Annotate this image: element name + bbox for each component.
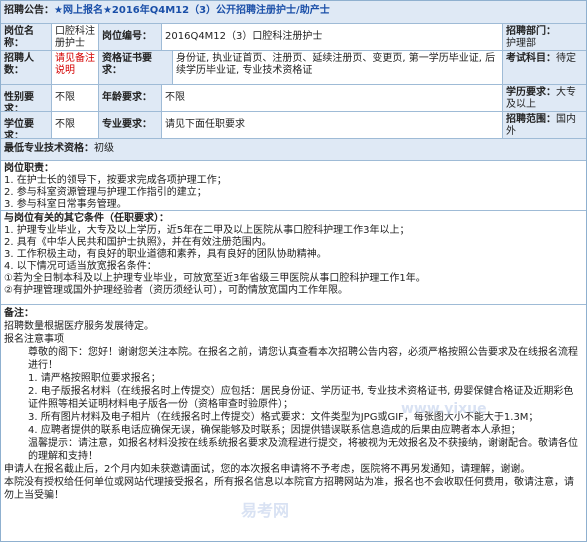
remarks-section: 备注： 招聘数量根据医疗服务发展待定。 报名注意事项 尊敬的阁下：您好！谢谢您关…: [1, 305, 586, 541]
post-code-value: 2016Q4M12（3）口腔科注册护士: [162, 24, 503, 50]
certs-value: 身份证, 执业证首页、注册页、延续注册页、变更页, 第一学历毕业证, 后续学历毕…: [173, 51, 503, 84]
watermark-url: www.yixue: [401, 401, 487, 417]
tech-cell: 最低专业技术资格：初级: [1, 139, 586, 160]
posting-title-link[interactable]: ★网上报名★2016年Q4M12（3）公开招聘注册护士/助产士: [54, 5, 330, 16]
remark-line: 招聘数量根据医疗服务发展待定。: [4, 321, 154, 332]
duty-item: 2. 参与科室资源管理与护理工作指引的建立；: [4, 187, 207, 198]
count-value: 请见备注说明: [52, 51, 99, 84]
remark-line: 报名注意事项: [4, 334, 64, 345]
degree-label: 学位要求：: [1, 112, 52, 138]
row-count: 招聘人数： 请见备注说明 资格证书要求： 身份证, 执业证首页、注册页、延续注册…: [1, 51, 586, 85]
condition-item: 1. 护理专业毕业，大专及以上学历，近5年在二甲及以上医院从事口腔科护理工作3年…: [4, 225, 410, 236]
remark-line: 4. 应聘者提供的联系电话应确保无误，确保能够及时联系；因提供错误联系信息造成的…: [28, 425, 521, 436]
post-code-label: 岗位编号：: [99, 24, 162, 50]
post-name-value: 口腔科注册护士: [52, 24, 99, 50]
conditions-section: 与岗位有关的其它条件（任职要求）： 1. 护理专业毕业，大专及以上学历，近5年在…: [1, 211, 586, 305]
remark-line: 本院没有授权给任何单位或网站代理接受报名，所有报名信息以本院官方招聘网站为准，报…: [4, 477, 574, 501]
row-degree: 学位要求： 不限 专业要求： 请见下面任职要求 招聘范围：国内外: [1, 112, 586, 139]
exam-cell: 考试科目：待定: [503, 51, 586, 84]
edu-label: 学历要求：: [506, 87, 556, 98]
remark-line: 尊敬的阁下：您好！谢谢您关注本院。在报名之前，请您认真查看本次招聘公告内容，必须…: [28, 347, 578, 371]
dept-label: 招聘部门：: [506, 26, 556, 37]
remarks-title: 备注：: [4, 308, 34, 319]
count-label: 招聘人数：: [1, 51, 52, 84]
condition-item: 2. 具有《中华人民共和国护士执照》，并在有效注册范围内。: [4, 237, 272, 248]
remark-line: 温馨提示：请注意，如报名材料没按在线系统报名要求及流程进行提交，将被视为无效报名…: [28, 438, 578, 462]
gender-label: 性别要求：: [1, 85, 52, 111]
header-cell: 招聘公告：★网上报名★2016年Q4M12（3）公开招聘注册护士/助产士: [1, 1, 586, 23]
age-label: 年龄要求：: [99, 85, 162, 111]
row-gender: 性别要求： 不限 年龄要求： 不限 学历要求：大专及以上: [1, 85, 586, 112]
scope-label: 招聘范围：: [506, 114, 556, 125]
post-name-label: 岗位名称：: [1, 24, 52, 50]
dept-value: 护理部: [506, 38, 536, 49]
condition-item: ②有护理管理或国外护理经验者（资历须经认可），可酌情放宽国内工作年限。: [4, 285, 348, 296]
tech-value: 初级: [94, 143, 114, 154]
job-posting-table: 招聘公告：★网上报名★2016年Q4M12（3）公开招聘注册护士/助产士 岗位名…: [0, 0, 587, 542]
exam-value: 待定: [556, 53, 576, 64]
watermark-text: 易考网: [241, 501, 290, 520]
condition-item: 3. 工作积极主动，有良好的职业道德和素养，具有良好的团队协助精神。: [4, 249, 327, 260]
duties-title: 岗位职责：: [4, 163, 54, 174]
duty-item: 1. 在护士长的领导下，按要求完成各项护理工作；: [4, 175, 227, 186]
major-value: 请见下面任职要求: [162, 112, 503, 138]
header-label: 招聘公告：: [4, 5, 54, 16]
row-post: 岗位名称： 口腔科注册护士 岗位编号： 2016Q4M12（3）口腔科注册护士 …: [1, 24, 586, 51]
remark-line: 申请人在报名截止后，2个月内如未获邀请面试，您的本次报名申请将不予考虑，医院将不…: [4, 464, 531, 475]
conditions-title: 与岗位有关的其它条件（任职要求）：: [4, 213, 169, 224]
header-row: 招聘公告：★网上报名★2016年Q4M12（3）公开招聘注册护士/助产士: [1, 1, 586, 24]
edu-cell: 学历要求：大专及以上: [503, 85, 586, 111]
remark-line: 2. 电子版报名材料（在线报名时上传提交）应包括：居民身份证、学历证书, 专业技…: [28, 386, 574, 410]
major-label: 专业要求：: [99, 112, 162, 138]
condition-item: 4. 以下情况可适当放宽报名条件：: [4, 261, 157, 272]
dept-cell: 招聘部门： 护理部: [503, 24, 586, 50]
gender-value: 不限: [52, 85, 99, 111]
tech-label: 最低专业技术资格：: [4, 143, 94, 154]
row-tech: 最低专业技术资格：初级: [1, 139, 586, 161]
remark-line: 1. 请严格按照职位要求报名；: [28, 373, 161, 384]
condition-item: ①若为全日制本科及以上护理专业毕业，可放宽至近3年省级三甲医院从事口腔科护理工作…: [4, 273, 426, 284]
exam-label: 考试科目：: [506, 53, 556, 64]
degree-value: 不限: [52, 112, 99, 138]
scope-cell: 招聘范围：国内外: [503, 112, 586, 138]
certs-label: 资格证书要求：: [99, 51, 173, 84]
duties-section: 岗位职责： 1. 在护士长的领导下，按要求完成各项护理工作； 2. 参与科室资源…: [1, 161, 586, 211]
age-value: 不限: [162, 85, 503, 111]
duty-item: 3. 参与科室日常事务管理。: [4, 199, 127, 210]
remark-line: 3. 所有图片材料及电子相片（在线报名时上传提交）格式要求：文件类型为JPG或G…: [28, 412, 539, 423]
